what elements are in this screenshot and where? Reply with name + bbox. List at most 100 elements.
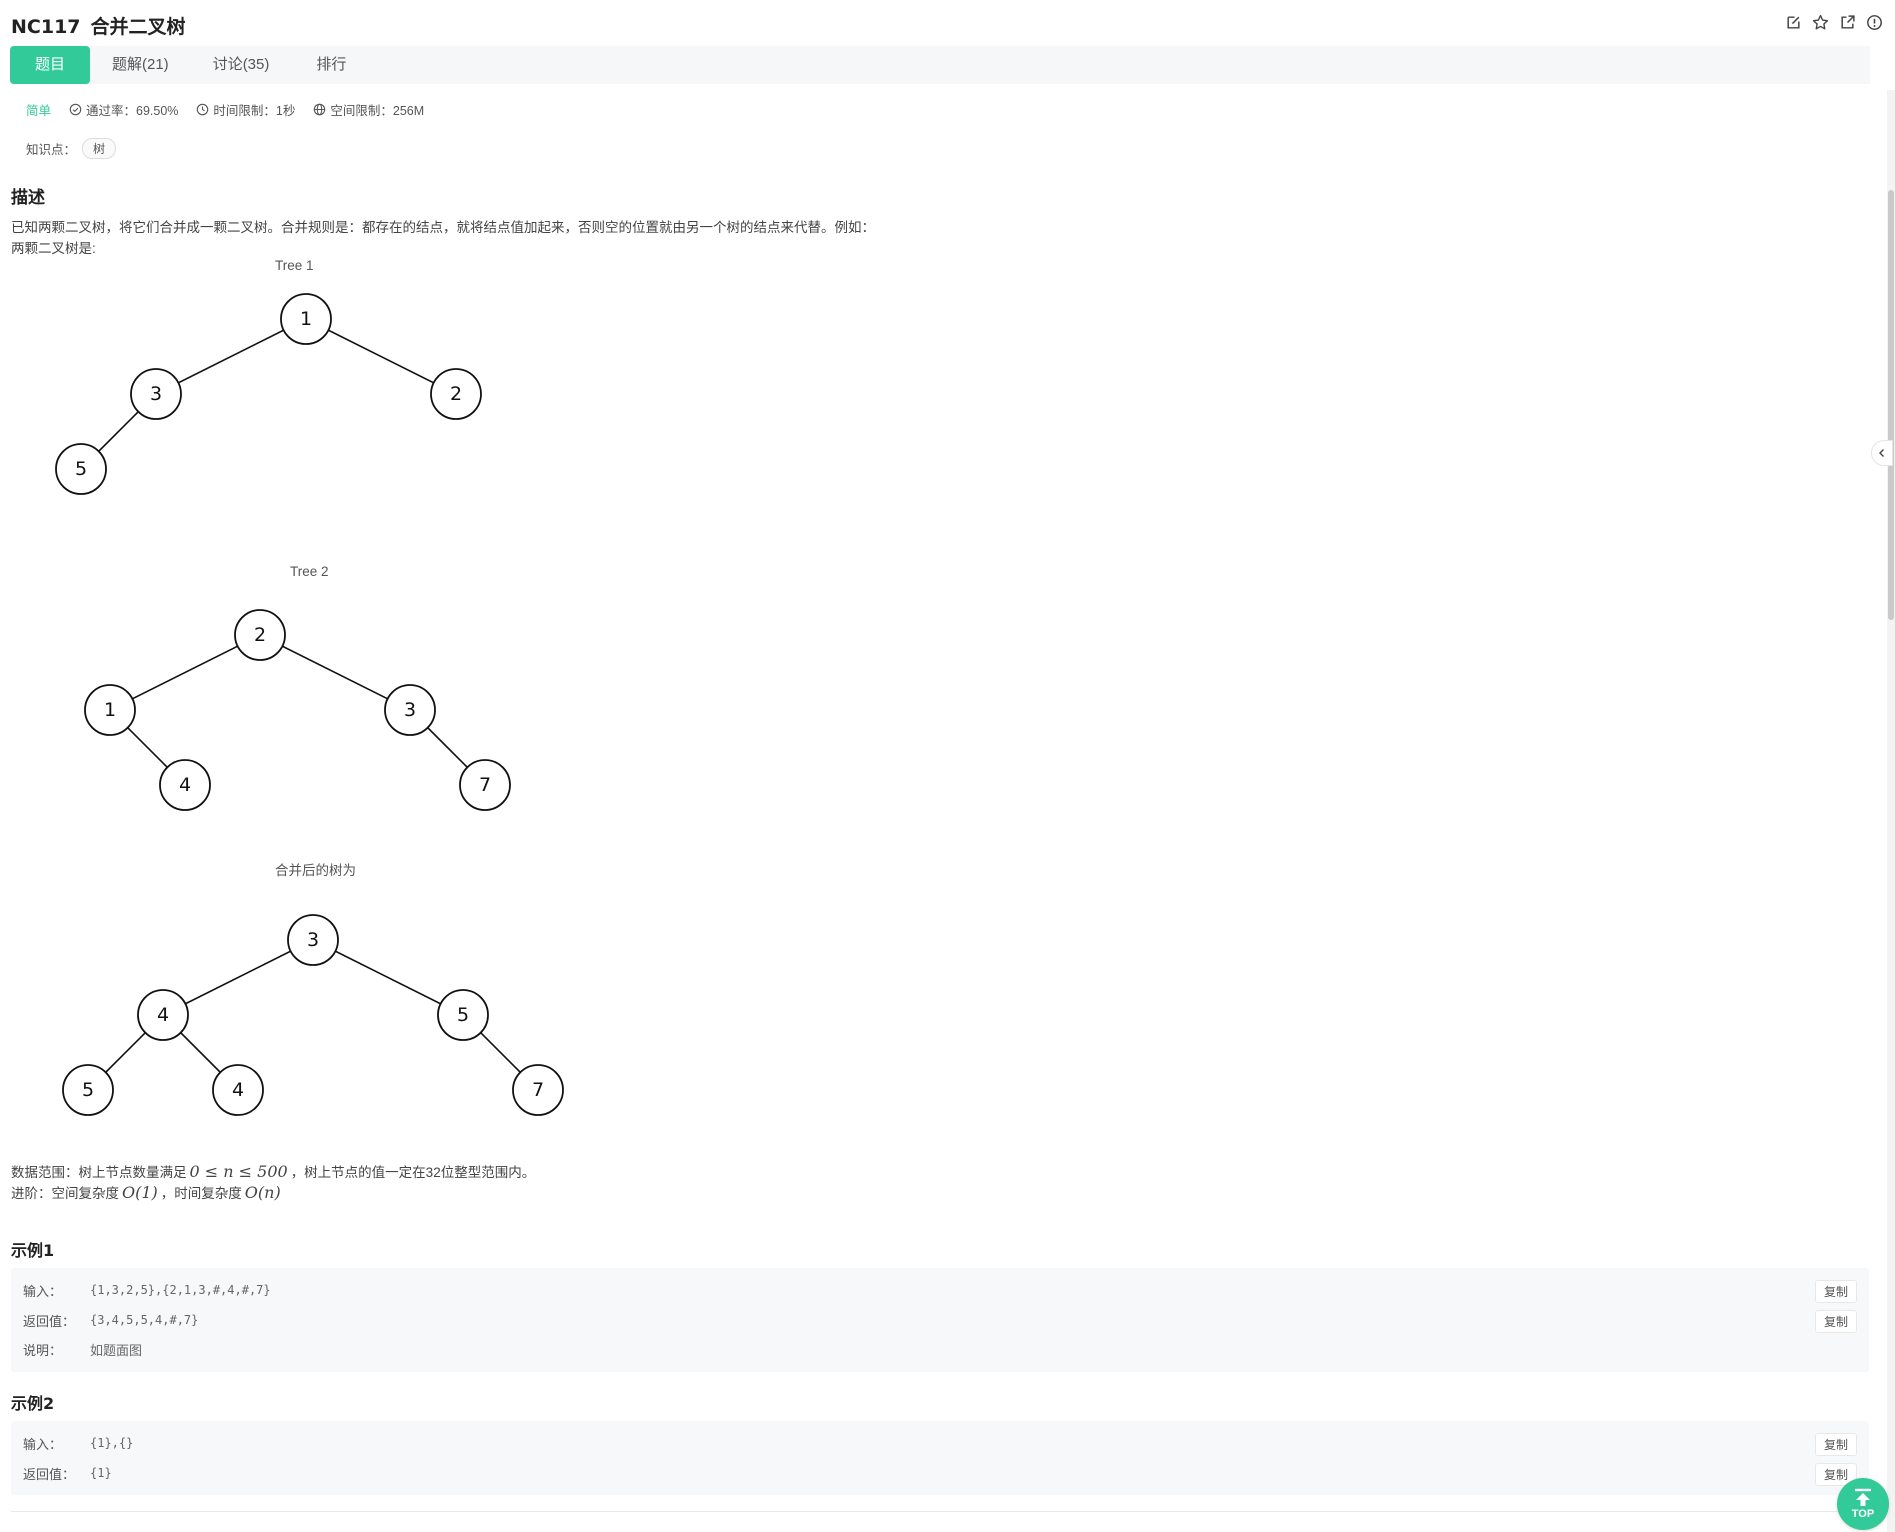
time-complexity: O(n) [244,1183,281,1202]
problem-title: 合并二叉树 [90,16,186,38]
merged-tree-caption: 合并后的树为 [275,863,356,878]
merged-tree-diagram: 3 4 5 5 4 7 [62,914,564,1116]
data-range-prefix: 数据范围：树上节点数量满足 [11,1165,187,1180]
output-value[interactable]: {3,4,5,5,4,#,7} [90,1313,198,1327]
knowledge-points: 知识点： 树 [26,138,117,159]
section-divider [11,1511,1869,1512]
node-value: 3 [404,699,416,721]
time-limit-text: 时间限制：1秒 [213,104,296,118]
tree-node: 7 [512,1064,564,1116]
example-2-box: 输入： {1},{} 复制 返回值： {1} 复制 [11,1421,1869,1495]
output-value[interactable]: {1} [90,1466,112,1480]
node-value: 5 [82,1079,94,1101]
node-value: 4 [179,774,191,796]
space-complexity: O(1) [122,1183,158,1202]
top-label: TOP [1851,1508,1875,1520]
input-label: 输入： [23,1283,63,1299]
example-1-note-row: 说明： 如题面图 [23,1335,1857,1363]
node-value: 3 [150,383,162,405]
collapse-panel-button[interactable] [1871,440,1893,466]
knowledge-tag[interactable]: 树 [82,138,117,159]
node-value: 4 [157,1004,169,1026]
output-label: 返回值： [23,1313,76,1329]
tab-discussion[interactable]: 讨论(35) [191,46,292,84]
copy-input-button[interactable]: 复制 [1814,1280,1857,1303]
output-label: 返回值： [23,1466,76,1482]
data-range-suffix: ，树上节点的值一定在32位整型范围内。 [290,1165,536,1180]
check-circle-icon [69,103,82,116]
node-value: 7 [479,774,491,796]
tree-node: 2 [234,609,286,661]
page-scrollbar[interactable] [1887,90,1895,1532]
tab-problem[interactable]: 题目 [10,46,90,84]
node-value: 2 [254,624,266,646]
tree-node: 3 [384,684,436,736]
time-limit: 时间限制：1秒 [196,100,295,119]
tree-2-diagram: 2 1 3 4 7 [84,609,511,811]
problem-tabs: 题目 题解(21) 讨论(35) 排行 [10,46,1870,84]
node-value: 1 [300,308,312,330]
example-2-title: 示例2 [11,1394,55,1413]
description-line-2: 两颗二叉树是: [11,241,96,256]
node-value: 3 [307,929,319,951]
node-value: 7 [532,1079,544,1101]
advanced-prefix: 进阶：空间复杂度 [11,1186,119,1201]
copy-output-button[interactable]: 复制 [1814,1310,1857,1333]
tab-ranking[interactable]: 排行 [291,46,371,84]
page-title: NC117 合并二叉树 [11,12,186,39]
tree-node: 5 [55,443,107,495]
example-1-output-row: 返回值： {3,4,5,5,4,#,7} 复制 [23,1306,1857,1334]
arrow-up-icon [1855,1488,1871,1506]
problem-header: NC117 合并二叉树 [0,0,1895,46]
data-range-formula: 0 ≤ n ≤ 500 [189,1162,288,1181]
chevron-left-icon [1879,449,1884,457]
note-value: 如题面图 [90,1342,143,1358]
node-value: 5 [75,458,87,480]
tree-node: 5 [437,989,489,1041]
example-1-input-row: 输入： {1,3,2,5},{2,1,3,#,4,#,7} 复制 [23,1276,1857,1304]
pass-rate: 通过率：69.50% [69,100,178,119]
data-range: 数据范围：树上节点数量满足 0 ≤ n ≤ 500 ，树上节点的值一定在32位整型范… [11,1161,535,1181]
edit-icon[interactable] [1785,14,1802,31]
scrollbar-thumb[interactable] [1888,190,1894,620]
node-value: 4 [232,1079,244,1101]
problem-meta: 简单 通过率：69.50% 时间限制：1秒 空间限制：256M [26,100,424,119]
tab-solutions[interactable]: 题解(21) [90,46,191,84]
space-limit: 空间限制：256M [313,100,424,119]
node-value: 2 [450,383,462,405]
space-limit-text: 空间限制：256M [330,104,425,118]
tree-1-caption: Tree 1 [275,258,314,273]
advanced-complexity: 进阶：空间复杂度 O(1) ，时间复杂度 O(n) [11,1182,284,1202]
example-1-title: 示例1 [11,1241,55,1260]
example-2-input-row: 输入： {1},{} 复制 [23,1429,1857,1457]
tree-node: 1 [84,684,136,736]
example-1-box: 输入： {1,3,2,5},{2,1,3,#,4,#,7} 复制 返回值： {3… [11,1268,1869,1372]
description-title: 描述 [11,188,45,208]
node-value: 1 [104,699,116,721]
back-to-top-button[interactable]: TOP [1837,1478,1889,1530]
description-line-1: 已知两颗二叉树，将它们合并成一颗二叉树。合并规则是：都存在的结点，就将结点值加起… [11,220,875,235]
share-icon[interactable] [1839,14,1856,31]
clock-icon [197,103,209,116]
node-value: 5 [457,1004,469,1026]
report-icon[interactable] [1866,14,1883,31]
header-actions [1785,14,1883,31]
pass-rate-text: 通过率：69.50% [86,104,179,118]
tree-1-diagram: 1 3 2 5 [55,293,482,495]
knowledge-label: 知识点： [26,143,77,157]
tree-node: 1 [280,293,332,345]
tree-node: 3 [130,368,182,420]
advanced-mid: ，时间复杂度 [160,1186,242,1201]
globe-icon [314,103,326,116]
tree-node: 4 [137,989,189,1041]
copy-input-button[interactable]: 复制 [1814,1433,1857,1456]
tree-node: 5 [62,1064,114,1116]
star-icon[interactable] [1812,14,1829,31]
input-value[interactable]: {1},{} [90,1436,133,1450]
tree-node: 2 [430,368,482,420]
difficulty-badge: 简单 [26,104,52,118]
example-2-output-row: 返回值： {1} 复制 [23,1459,1857,1487]
input-label: 输入： [23,1436,63,1452]
input-value[interactable]: {1,3,2,5},{2,1,3,#,4,#,7} [90,1283,271,1297]
tree-node: 7 [459,759,511,811]
